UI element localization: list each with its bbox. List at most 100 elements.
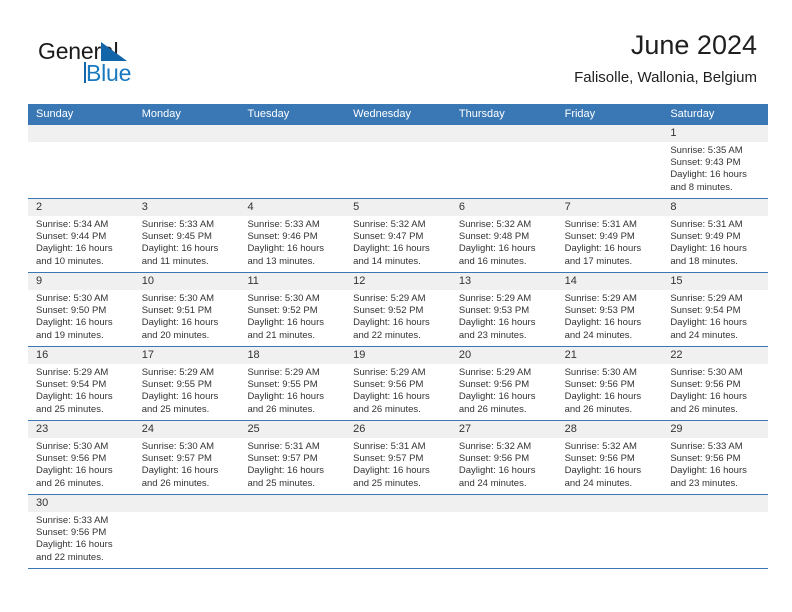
day-number: 4 — [239, 199, 346, 216]
day-number: 3 — [133, 199, 240, 216]
day-detail-line: Sunrise: 5:33 AM — [141, 219, 215, 230]
day-number: 5 — [345, 199, 451, 216]
calendar-day-cell[interactable]: 4 Sunrise: 5:33 AM Sunset: 9:46 PM Daylight… — [239, 199, 346, 272]
day-detail-line: and 20 minutes. — [141, 329, 210, 341]
calendar-day-cell[interactable]: 1 Sunrise: 5:35 AM Sunset: 9:43 PM Daylight… — [662, 125, 769, 198]
calendar-day-cell[interactable]: 8 Sunrise: 5:31 AM Sunset: 9:49 PM Daylight… — [662, 199, 769, 272]
calendar-empty-cell — [133, 125, 240, 198]
calendar-day-cell[interactable]: 29 Sunrise: 5:33 AM Sunset: 9:56 PM Dayligh… — [662, 421, 769, 494]
day-number: 27 — [450, 421, 557, 438]
calendar-day-cell[interactable]: 19 Sunrise: 5:29 AM Sunset: 9:56 PM Dayligh… — [345, 347, 451, 420]
day-detail-line: Sunset: 9:57 PM — [141, 453, 212, 465]
day-details: Sunrise: 5:35 AM Sunset: 9:43 PM Daylight:… — [662, 142, 768, 198]
day-detail-line: and 13 minutes. — [247, 255, 316, 267]
day-detail-line: and 11 minutes. — [141, 255, 209, 267]
calendar-day-cell[interactable]: 12 Sunrise: 5:29 AM Sunset: 9:52 PM Dayligh… — [345, 273, 451, 346]
day-number: 18 — [239, 347, 346, 364]
day-detail-line: Sunset: 9:47 PM — [353, 231, 424, 243]
calendar-empty-cell — [556, 495, 663, 568]
day-detail-line: Sunset: 9:53 PM — [564, 305, 635, 317]
calendar-day-cell[interactable]: 20 Sunrise: 5:29 AM Sunset: 9:56 PM Dayligh… — [450, 347, 557, 420]
day-detail-line: Sunset: 9:55 PM — [247, 379, 318, 391]
day-detail-line: and 14 minutes. — [353, 255, 421, 267]
day-details: Sunrise: 5:30 AM Sunset: 9:56 PM Daylight:… — [28, 438, 134, 494]
day-detail-line: and 26 minutes. — [458, 403, 527, 415]
day-detail-line: Sunset: 9:54 PM — [670, 305, 741, 317]
calendar-day-cell[interactable]: 21 Sunrise: 5:30 AM Sunset: 9:56 PM Dayligh… — [556, 347, 663, 420]
day-detail-line: Sunset: 9:56 PM — [670, 453, 741, 465]
calendar-empty-cell — [556, 125, 663, 198]
day-detail-line: Sunset: 9:56 PM — [458, 453, 530, 465]
calendar-day-cell[interactable]: 30 Sunrise: 5:33 AM Sunset: 9:56 PM Dayligh… — [28, 495, 134, 568]
calendar-day-cell[interactable]: 18 Sunrise: 5:29 AM Sunset: 9:55 PM Dayligh… — [239, 347, 346, 420]
day-details: Sunrise: 5:33 AM Sunset: 9:56 PM Daylight:… — [28, 512, 134, 568]
calendar-day-cell[interactable]: 28 Sunrise: 5:32 AM Sunset: 9:56 PM Dayligh… — [556, 421, 663, 494]
calendar-empty-cell — [239, 125, 346, 198]
calendar-day-cell[interactable]: 25 Sunrise: 5:31 AM Sunset: 9:57 PM Dayligh… — [239, 421, 346, 494]
day-detail-line: Daylight: 16 hours — [670, 391, 747, 403]
calendar-day-cell[interactable]: 6 Sunrise: 5:32 AM Sunset: 9:48 PM Daylight… — [450, 199, 557, 272]
calendar-day-cell[interactable]: 24 Sunrise: 5:30 AM Sunset: 9:57 PM Dayligh… — [133, 421, 240, 494]
day-number: 22 — [662, 347, 769, 364]
weekday-header-friday: Friday — [564, 108, 596, 120]
calendar-day-cell[interactable]: 2 Sunrise: 5:34 AM Sunset: 9:44 PM Daylight… — [28, 199, 134, 272]
day-detail-line: and 16 minutes. — [458, 255, 527, 267]
day-detail-line: Daylight: 16 hours — [141, 317, 219, 329]
day-number: 2 — [28, 199, 134, 216]
day-details — [451, 512, 557, 519]
calendar-day-cell[interactable]: 13 Sunrise: 5:29 AM Sunset: 9:53 PM Dayligh… — [450, 273, 557, 346]
day-detail-line: and 23 minutes. — [458, 329, 527, 341]
day-detail-line: Sunrise: 5:30 AM — [141, 441, 215, 452]
calendar-day-cell[interactable]: 17 Sunrise: 5:29 AM Sunset: 9:55 PM Dayligh… — [133, 347, 240, 420]
calendar-day-cell[interactable]: 23 Sunrise: 5:30 AM Sunset: 9:56 PM Dayligh… — [28, 421, 134, 494]
calendar-day-cell[interactable]: 26 Sunrise: 5:31 AM Sunset: 9:57 PM Dayligh… — [345, 421, 451, 494]
day-detail-line: Sunset: 9:56 PM — [458, 379, 530, 391]
general-blue-logo[interactable]: General Blue — [38, 38, 268, 88]
day-detail-line: and 24 minutes. — [458, 477, 527, 489]
day-detail-line: Daylight: 16 hours — [670, 169, 747, 181]
day-number: 15 — [662, 273, 769, 290]
brand-text-blue: Blue — [86, 60, 132, 86]
day-details: Sunrise: 5:32 AM Sunset: 9:56 PM Daylight:… — [451, 438, 557, 494]
day-details — [662, 512, 768, 519]
day-details — [134, 512, 240, 519]
weekday-header-tuesday: Tuesday — [247, 108, 290, 120]
day-details: Sunrise: 5:30 AM Sunset: 9:51 PM Daylight:… — [134, 290, 240, 346]
day-details — [239, 142, 345, 149]
day-detail-line: Sunset: 9:56 PM — [564, 379, 635, 391]
day-number: 21 — [556, 347, 663, 364]
calendar-empty-cell — [662, 495, 769, 568]
page-header: General Blue June 2024 Falisolle, Wallon… — [0, 0, 792, 100]
calendar-day-cell[interactable]: 22 Sunrise: 5:30 AM Sunset: 9:56 PM Dayligh… — [662, 347, 769, 420]
calendar-day-cell[interactable]: 27 Sunrise: 5:32 AM Sunset: 9:56 PM Dayligh… — [450, 421, 557, 494]
day-detail-line: Sunrise: 5:29 AM — [247, 367, 320, 378]
day-details: Sunrise: 5:29 AM Sunset: 9:54 PM Daylight:… — [28, 364, 134, 420]
day-detail-line: Sunset: 9:57 PM — [353, 453, 424, 465]
day-details: Sunrise: 5:33 AM Sunset: 9:56 PM Daylight:… — [662, 438, 768, 494]
calendar-day-cell[interactable]: 11 Sunrise: 5:30 AM Sunset: 9:52 PM Dayligh… — [239, 273, 346, 346]
day-details: Sunrise: 5:29 AM Sunset: 9:55 PM Daylight:… — [134, 364, 240, 420]
calendar-day-cell[interactable]: 3 Sunrise: 5:33 AM Sunset: 9:45 PM Daylight… — [133, 199, 240, 272]
day-number: 6 — [450, 199, 557, 216]
day-detail-line: Sunrise: 5:29 AM — [458, 367, 532, 378]
calendar-day-cell[interactable]: 7 Sunrise: 5:31 AM Sunset: 9:49 PM Daylight… — [556, 199, 663, 272]
day-detail-line: Sunrise: 5:31 AM — [353, 441, 426, 452]
calendar-day-cell[interactable]: 16 Sunrise: 5:29 AM Sunset: 9:54 PM Dayligh… — [28, 347, 134, 420]
calendar-empty-cell — [345, 125, 451, 198]
calendar-day-cell[interactable]: 5 Sunrise: 5:32 AM Sunset: 9:47 PM Daylight… — [345, 199, 451, 272]
calendar-week-row: 9 Sunrise: 5:30 AM Sunset: 9:50 PM Daylight… — [28, 273, 769, 347]
day-detail-line: Daylight: 16 hours — [564, 243, 642, 255]
day-details: Sunrise: 5:29 AM Sunset: 9:56 PM Daylight:… — [345, 364, 451, 420]
day-number: 29 — [662, 421, 769, 438]
calendar-day-cell[interactable]: 14 Sunrise: 5:29 AM Sunset: 9:53 PM Dayligh… — [556, 273, 663, 346]
day-details: Sunrise: 5:30 AM Sunset: 9:56 PM Daylight:… — [557, 364, 663, 420]
weekday-header-sunday: Sunday — [36, 108, 74, 120]
calendar-day-cell[interactable]: 10 Sunrise: 5:30 AM Sunset: 9:51 PM Dayligh… — [133, 273, 240, 346]
calendar-week-row: 30 Sunrise: 5:33 AM Sunset: 9:56 PM Dayligh… — [28, 495, 769, 569]
day-detail-line: Daylight: 16 hours — [247, 391, 325, 403]
location-subtitle: Falisolle, Wallonia, Belgium — [574, 69, 757, 86]
day-number — [133, 125, 240, 142]
day-detail-line: Sunrise: 5:29 AM — [353, 367, 426, 378]
calendar-day-cell[interactable]: 15 Sunrise: 5:29 AM Sunset: 9:54 PM Dayligh… — [662, 273, 769, 346]
calendar-day-cell[interactable]: 9 Sunrise: 5:30 AM Sunset: 9:50 PM Daylight… — [28, 273, 134, 346]
